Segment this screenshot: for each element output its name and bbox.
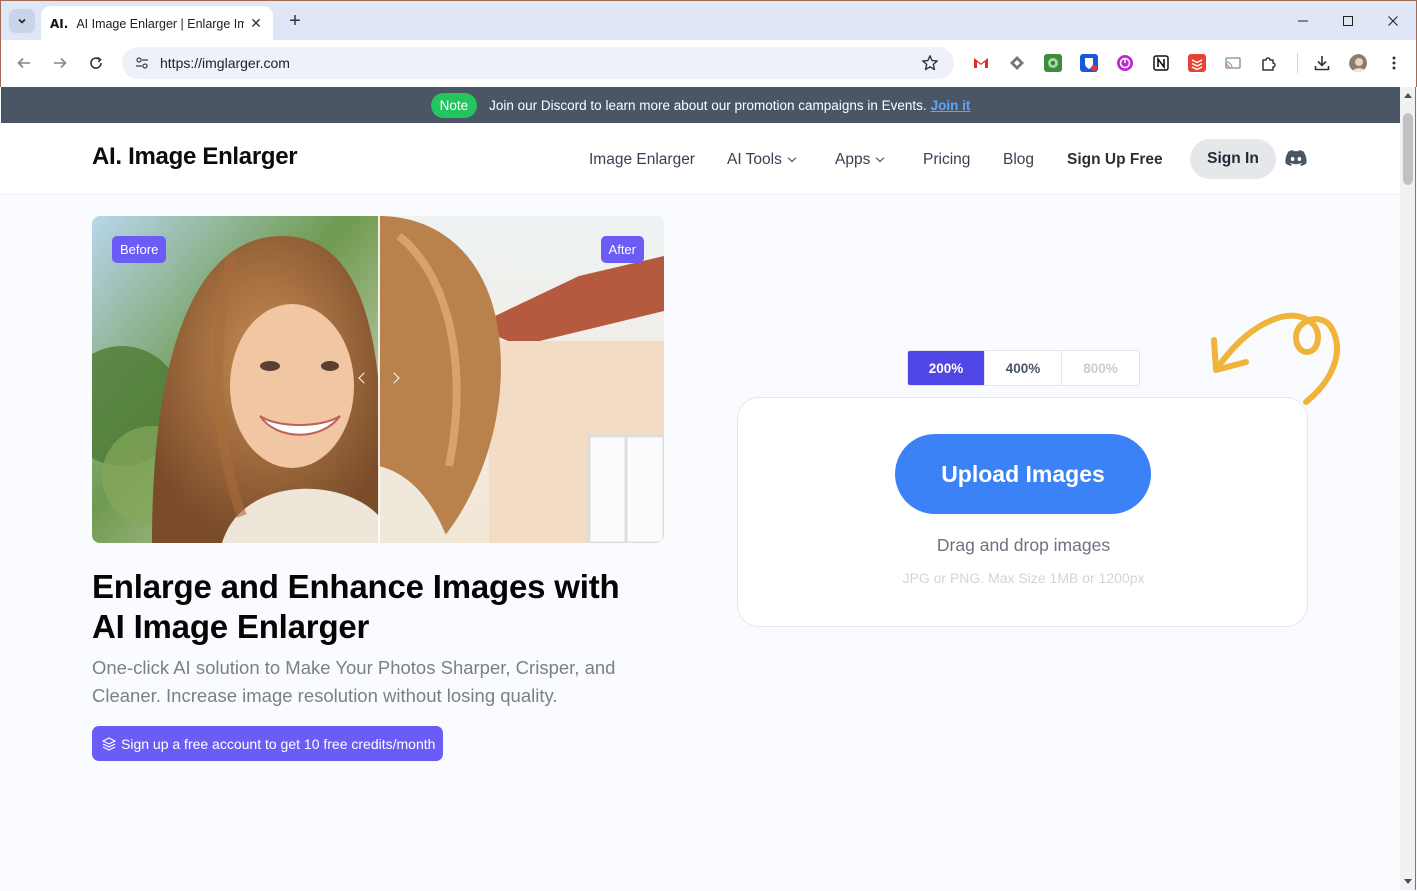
back-button[interactable]: [10, 49, 38, 77]
extensions-puzzle-icon[interactable]: [1260, 54, 1278, 72]
browser-menu-icon[interactable]: [1385, 54, 1403, 72]
chevron-down-icon: [787, 153, 797, 163]
sign-in-button[interactable]: Sign In: [1190, 139, 1276, 179]
promo-notice-bar: Note Join our Discord to learn more abou…: [1, 87, 1400, 123]
nav-apps[interactable]: Apps: [835, 151, 885, 169]
scale-option-800[interactable]: 800%: [1062, 351, 1139, 385]
back-arrow-icon: [17, 57, 30, 69]
scale-option-400[interactable]: 400%: [985, 351, 1062, 385]
curved-arrow-icon: [1211, 312, 1340, 405]
browser-toolbar: https://imglarger.com: [0, 40, 1417, 87]
scroll-up-arrow-icon[interactable]: [1404, 93, 1412, 98]
browser-tab-active[interactable]: AI. AI Image Enlarger | Enlarge Im ✕: [41, 6, 273, 41]
page-scrollbar[interactable]: [1400, 87, 1416, 890]
hero-subtitle: One-click AI solution to Make Your Photo…: [92, 657, 616, 706]
reload-icon: [90, 56, 102, 69]
hero-title: Enlarge and Enhance Images with AI Image…: [92, 568, 620, 645]
site-header: AI. Image Enlarger Image Enlarger AI Too…: [1, 123, 1400, 195]
notice-text: Join our Discord to learn more about our…: [489, 97, 927, 113]
nav-image-enlarger[interactable]: Image Enlarger: [589, 151, 695, 169]
feedly-icon[interactable]: [1008, 54, 1026, 72]
cast-icon[interactable]: [1224, 54, 1242, 72]
maximize-icon: [1343, 16, 1353, 26]
forward-button[interactable]: [46, 49, 74, 77]
discord-icon[interactable]: [1285, 149, 1307, 167]
forward-arrow-icon: [54, 57, 67, 69]
compare-divider-handle[interactable]: [378, 216, 380, 543]
notion-icon[interactable]: [1152, 54, 1170, 72]
scroll-thumb[interactable]: [1403, 113, 1413, 185]
nav-label: AI Tools: [727, 151, 782, 168]
url-text: https://imglarger.com: [160, 55, 290, 71]
nav-label: Image Enlarger: [589, 151, 695, 168]
nav-pricing[interactable]: Pricing: [923, 151, 970, 169]
tab-close-icon[interactable]: ✕: [247, 14, 265, 32]
drag-drop-text: Drag and drop images: [936, 535, 1111, 555]
file-limits-text: JPG or PNG. Max Size 1MB or 1200px: [902, 570, 1145, 586]
focus-timer-icon[interactable]: [1116, 54, 1134, 72]
chevron-down-icon: [876, 153, 885, 163]
bookmark-star-icon[interactable]: [920, 53, 940, 73]
layers-icon: [102, 736, 116, 751]
maximize-button[interactable]: [1325, 7, 1371, 35]
site-logo[interactable]: AI. Image Enlarger: [92, 143, 298, 171]
sign-up-free-link[interactable]: Sign Up Free: [1067, 151, 1163, 169]
free-account-cta-button[interactable]: Sign up a free account to get 10 free cr…: [92, 726, 443, 761]
maps-extension-icon[interactable]: [1044, 54, 1062, 72]
before-label: Before: [112, 236, 167, 263]
gmail-icon[interactable]: [972, 54, 990, 72]
scroll-down-arrow-icon[interactable]: [1404, 879, 1412, 884]
profile-avatar[interactable]: [1349, 54, 1367, 72]
scale-option-200[interactable]: 200%: [908, 351, 985, 385]
before-after-comparison[interactable]: Before After: [92, 216, 664, 543]
tab-title: AI Image Enlarger | Enlarge Im: [76, 16, 245, 31]
cta-label: Sign up a free account to get 10 free cr…: [121, 735, 436, 752]
scale-selector: 200% 400% 800%: [907, 350, 1140, 386]
bitwarden-icon[interactable]: [1080, 54, 1098, 72]
address-bar[interactable]: https://imglarger.com: [122, 47, 954, 79]
new-tab-button[interactable]: +: [283, 9, 307, 33]
nav-label: Pricing: [923, 151, 971, 168]
nav-label: Blog: [1003, 151, 1035, 168]
nav-blog[interactable]: Blog: [1003, 151, 1034, 169]
minimize-button[interactable]: [1280, 7, 1326, 35]
web-page: Note Join our Discord to learn more abou…: [1, 87, 1400, 890]
upload-dropzone[interactable]: Upload Images Drag and drop images JPG o…: [737, 397, 1308, 627]
browser-tab-bar: AI. AI Image Enlarger | Enlarge Im ✕ +: [0, 0, 1417, 41]
reload-button[interactable]: [82, 49, 110, 77]
nav-ai-tools[interactable]: AI Tools: [727, 151, 797, 169]
before-image: [92, 216, 379, 543]
note-badge: Note: [430, 92, 478, 118]
nav-label: Apps: [835, 151, 871, 168]
join-discord-link[interactable]: Join it: [931, 98, 971, 113]
chevron-down-icon: [18, 18, 26, 24]
site-info-icon[interactable]: [128, 51, 156, 75]
after-label: After: [600, 236, 644, 263]
close-icon: [1388, 16, 1398, 26]
upload-images-button[interactable]: Upload Images: [895, 434, 1151, 514]
toolbar-separator: [1297, 53, 1298, 73]
site-favicon: AI.: [50, 16, 69, 31]
tab-search-button[interactable]: [9, 9, 35, 33]
download-icon[interactable]: [1313, 54, 1331, 72]
todoist-icon[interactable]: [1188, 54, 1206, 72]
minimize-icon: [1298, 20, 1308, 22]
window-close-button[interactable]: [1370, 7, 1416, 35]
after-image: [379, 216, 664, 543]
